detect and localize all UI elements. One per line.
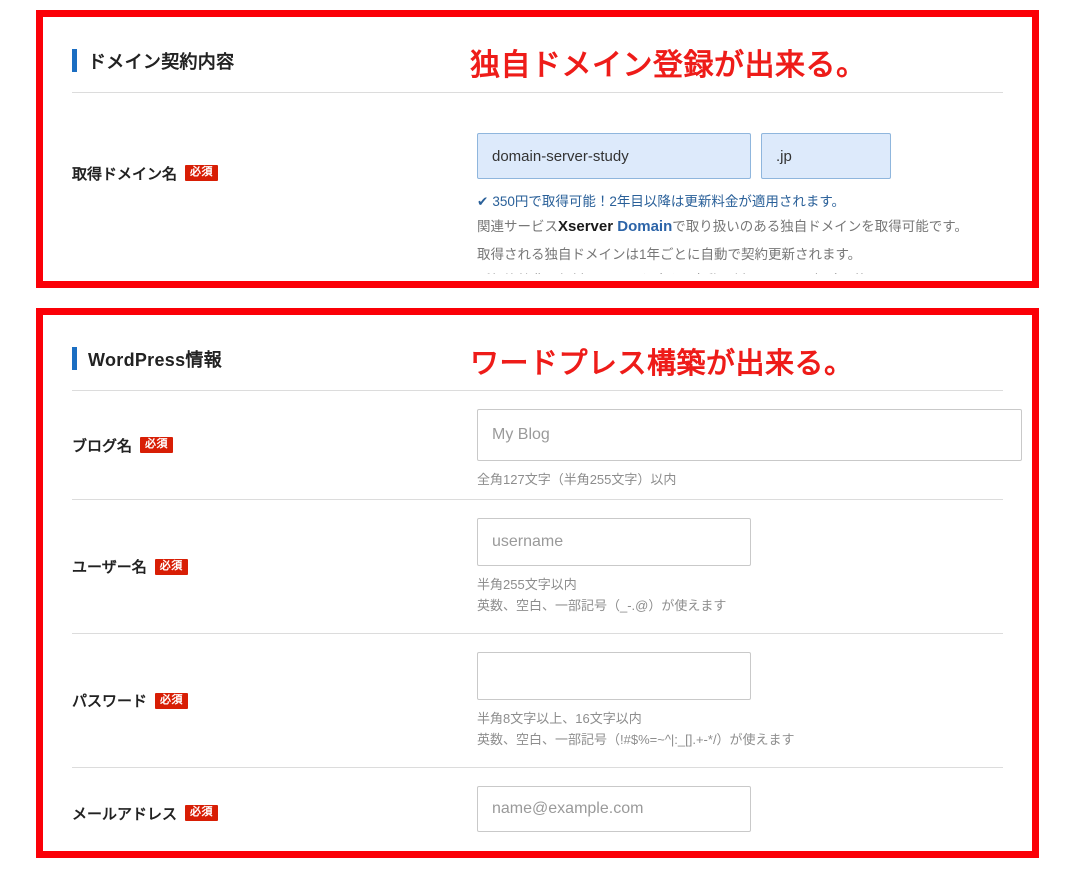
wordpress-section-header: WordPress情報 ワードプレス構築が出来る。 — [50, 322, 1025, 390]
wordpress-section-annotation: ワードプレス構築が出来る。 — [470, 348, 854, 380]
related-suffix: で取り扱いのある独自ドメインを取得可能です。 — [672, 219, 968, 234]
wordpress-section: WordPress情報 ワードプレス構築が出来る。 ブログ名 必須 My Blo… — [50, 322, 1025, 844]
domain-brand-text: Domain — [613, 218, 673, 235]
required-badge: 必須 — [185, 165, 219, 181]
domain-note-line-2: 取得される独自ドメインは1年ごとに自動で契約更新されます。 — [477, 246, 862, 262]
username-label: ユーザー名 — [72, 559, 147, 576]
wordpress-section-title: WordPress情報 — [88, 350, 223, 370]
domain-price-note-text: 350円で取得可能！2年目以降は更新料金が適用されます。 — [492, 194, 845, 209]
email-field-group: name@example.com — [477, 768, 1003, 832]
domain-inputs-wrapper: domain-server-study .jp — [477, 133, 1003, 179]
section-accent-bar — [72, 347, 77, 370]
domain-name-input[interactable]: domain-server-study — [477, 133, 751, 179]
blog-name-label-group: ブログ名 必須 — [72, 391, 477, 499]
registration-form-page: ドメイン契約内容 独自ドメイン登録が出来る。 取得ドメイン名 必須 domain… — [0, 0, 1072, 869]
password-field-group: 半角8文字以上、16文字以内 英数、空白、一部記号（!#$%=~^|:_[].+… — [477, 634, 1003, 751]
required-badge: 必須 — [154, 558, 188, 575]
password-row: パスワード 必須 半角8文字以上、16文字以内 英数、空白、一部記号（!#$%=… — [50, 634, 1025, 767]
domain-tld-select[interactable]: .jp — [761, 133, 891, 179]
email-row: メールアドレス 必須 name@example.com — [50, 768, 1025, 844]
username-hint-1: 半角255文字以内 — [477, 577, 577, 592]
domain-section: ドメイン契約内容 独自ドメイン登録が出来る。 取得ドメイン名 必須 domain… — [50, 24, 1025, 274]
blog-name-hint-1: 全角127文字（半角255文字）以内 — [477, 472, 677, 487]
section-accent-bar — [72, 49, 77, 72]
domain-price-note: ✔ 350円で取得可能！2年目以降は更新料金が適用されます。 — [477, 190, 1003, 210]
username-hint-2: 英数、空白、一部記号（_-.@）が使えます — [477, 598, 727, 614]
required-badge: 必須 — [140, 437, 174, 453]
password-hint-2: 英数、空白、一部記号（!#$%=~^|:_[].+-*/）が使えます — [477, 732, 795, 748]
domain-section-header: ドメイン契約内容 独自ドメイン登録が出来る。 — [50, 24, 1025, 92]
password-label-group: パスワード 必須 — [72, 634, 477, 767]
blog-name-label: ブログ名 — [72, 437, 133, 455]
password-hint-1: 半角8文字以上、16文字以内 — [477, 711, 642, 726]
domain-name-field-group: domain-server-study .jp ✔ 350円で取得可能！2年目以降… — [477, 115, 1003, 274]
domain-name-label-group: 取得ドメイン名 必須 — [72, 163, 477, 184]
required-badge: 必須 — [155, 692, 189, 709]
username-input[interactable]: username — [477, 518, 751, 566]
password-label: パスワード — [72, 693, 148, 710]
required-badge: 必須 — [185, 805, 219, 821]
domain-name-row: 取得ドメイン名 必須 domain-server-study .jp ✔ 350円… — [50, 93, 1025, 274]
domain-name-label: 取得ドメイン名 — [72, 165, 178, 183]
email-label-group: メールアドレス 必須 — [72, 768, 477, 844]
xserver-brand-text: Xserver — [558, 218, 614, 235]
domain-section-title: ドメイン契約内容 — [88, 52, 235, 72]
username-field-group: username 半角255文字以内 英数、空白、一部記号（_-.@）が使えます — [477, 500, 1003, 617]
wordpress-section-highlight-frame: WordPress情報 ワードプレス構築が出来る。 ブログ名 必須 My Blo… — [36, 308, 1039, 858]
blog-name-row: ブログ名 必須 My Blog 全角127文字（半角255文字）以内 — [50, 391, 1025, 499]
username-label-group: ユーザー名 必須 — [72, 500, 477, 633]
email-label: メールアドレス — [72, 805, 178, 823]
domain-section-annotation: 独自ドメイン登録が出来る。 — [470, 49, 867, 82]
domain-section-highlight-frame: ドメイン契約内容 独自ドメイン登録が出来る。 取得ドメイン名 必須 domain… — [36, 10, 1039, 288]
domain-note-line-3: ご契約特典の無料ドメインを除き、自動更新はいつでも解除可能です。 — [477, 270, 1003, 274]
related-prefix: 関連サービス — [477, 219, 558, 234]
check-icon: ✔ — [477, 194, 489, 209]
blog-name-field-group: My Blog 全角127文字（半角255文字）以内 — [477, 391, 1022, 490]
domain-related-service-note: 関連サービスXserver Domainで取り扱いのある独自ドメインを取得可能で… — [477, 215, 1003, 239]
blog-name-input[interactable]: My Blog — [477, 409, 1022, 461]
password-input[interactable] — [477, 652, 751, 700]
username-row: ユーザー名 必須 username 半角255文字以内 英数、空白、一部記号（_… — [50, 500, 1025, 633]
email-input[interactable]: name@example.com — [477, 786, 751, 832]
